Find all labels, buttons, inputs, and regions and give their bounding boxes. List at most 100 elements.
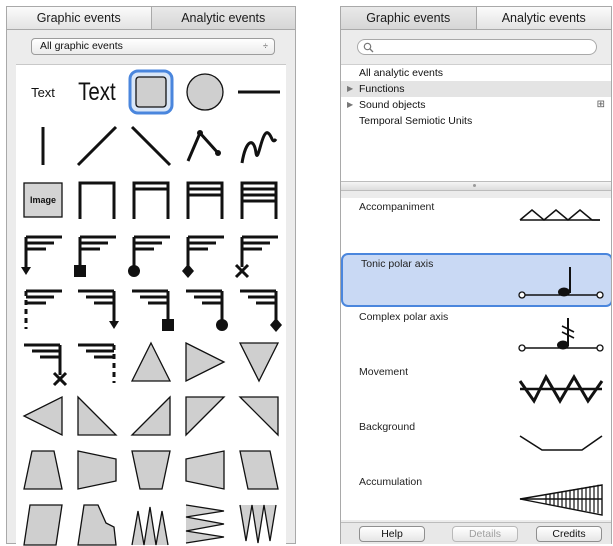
flag-square-tool[interactable]: [70, 227, 124, 281]
analytic-event-item[interactable]: Tonic polar axis: [341, 253, 611, 307]
bracket-2-tool[interactable]: [124, 173, 178, 227]
tab-graphic-events[interactable]: Graphic events: [7, 7, 151, 29]
tab-graphic-events[interactable]: Graphic events: [341, 7, 476, 29]
zigzag-up-tool[interactable]: [124, 497, 178, 546]
circle-tool[interactable]: [178, 65, 232, 119]
triangle-up-tool[interactable]: [124, 335, 178, 389]
credits-button[interactable]: Credits: [536, 526, 602, 542]
trapezoid-left-tool-icon: [185, 450, 225, 490]
zigzag-right-tool[interactable]: [178, 497, 232, 546]
rev-flag-square-tool-icon: [132, 289, 174, 331]
rev-dashed-flag-tool[interactable]: [70, 335, 124, 389]
diagonal-down-line-tool-icon: [130, 125, 172, 167]
rev-flag-circle-tool[interactable]: [178, 281, 232, 335]
dashed-flag-tool[interactable]: [16, 281, 70, 335]
event-filter-select[interactable]: All graphic events ÷: [31, 38, 275, 55]
right-triangle-br-tool[interactable]: [70, 389, 124, 443]
analytic-event-item[interactable]: Complex polar axis: [341, 308, 611, 362]
search-input[interactable]: [357, 39, 597, 55]
rev-flag-cross-tool[interactable]: [16, 335, 70, 389]
freehand-curve-tool[interactable]: [232, 119, 286, 173]
horizontal-line-tool[interactable]: [232, 65, 286, 119]
analytic-event-label: Tonic polar axis: [361, 258, 434, 270]
tonic-symbol-icon: [518, 267, 604, 299]
right-triangle-tl-tool[interactable]: [178, 389, 232, 443]
triangle-down-tool-icon: [238, 342, 280, 383]
tree-item-label: Functions: [359, 83, 405, 95]
flag-cross-tool-icon: [234, 235, 278, 279]
freehand-curve-tool-icon: [240, 131, 278, 164]
rev-dashed-flag-tool-icon: [78, 343, 116, 383]
analytic-event-label: Accumulation: [359, 476, 423, 488]
diagonal-down-line-tool[interactable]: [124, 119, 178, 173]
vertical-line-tool[interactable]: [16, 119, 70, 173]
right-triangle-tr-tool[interactable]: [232, 389, 286, 443]
analytic-event-item[interactable]: Accumulation: [341, 473, 611, 520]
flag-circle-tool-icon: [128, 235, 170, 277]
rev-flag-square-tool[interactable]: [124, 281, 178, 335]
text-large-tool[interactable]: Text: [70, 65, 124, 119]
diagonal-up-line-tool[interactable]: [70, 119, 124, 173]
image-tool-label: Image: [29, 195, 56, 205]
analytic-event-label: Complex polar axis: [359, 311, 449, 323]
tree-item[interactable]: ▶ Sound objects ⊞: [341, 97, 611, 113]
help-button[interactable]: Help: [359, 526, 425, 542]
analytic-event-item[interactable]: Movement: [341, 363, 611, 417]
rev-flag-arrow-tool[interactable]: [70, 281, 124, 335]
flag-arrow-tool-icon: [21, 235, 62, 275]
tree-item[interactable]: All analytic events: [341, 65, 611, 81]
right-triangle-br-tool-icon: [77, 395, 118, 436]
trapezoid-skew-tool[interactable]: [232, 443, 286, 497]
tree-item[interactable]: ▶ Functions: [341, 81, 611, 97]
right-triangle-bl-tool-icon: [130, 395, 171, 436]
split-view-divider[interactable]: [341, 181, 611, 191]
zigzag-right-tool-icon: [185, 504, 225, 544]
bracket-3-tool[interactable]: [178, 173, 232, 227]
disclosure-triangle-icon[interactable]: ▶: [347, 81, 353, 97]
trapezoid-left-tool[interactable]: [178, 443, 232, 497]
bracket-3-tool-icon: [186, 181, 224, 219]
text-small-tool[interactable]: Text: [16, 65, 70, 119]
trapezoid-up-tool[interactable]: [16, 443, 70, 497]
analytic-event-item[interactable]: Accompaniment: [341, 198, 611, 252]
tab-analytic-events[interactable]: Analytic events: [150, 7, 295, 29]
rev-flag-diamond-tool[interactable]: [232, 281, 286, 335]
image-tool[interactable]: Image: [16, 173, 70, 227]
polyline-tool[interactable]: [178, 119, 232, 173]
bracket-1-tool[interactable]: [70, 173, 124, 227]
triangle-left-tool[interactable]: [16, 389, 70, 443]
parallelogram-tool[interactable]: [16, 497, 70, 546]
triangle-right-tool[interactable]: [178, 335, 232, 389]
tree-item[interactable]: Temporal Semiotic Units: [341, 113, 611, 129]
trapezoid-down-tool-icon: [131, 450, 171, 490]
trapezoid-up-tool-icon: [23, 450, 63, 490]
bracket-2-tool-icon: [132, 181, 170, 219]
complex-symbol-icon: [518, 318, 604, 352]
right-triangle-bl-tool[interactable]: [124, 389, 178, 443]
notched-shape-tool[interactable]: [70, 497, 124, 546]
zigzag-down-tool[interactable]: [232, 497, 286, 546]
rounded-rect-tool[interactable]: [124, 65, 178, 119]
rev-flag-cross-tool-icon: [24, 343, 68, 387]
button-bar: Help Details Credits: [341, 522, 611, 544]
tree-item-label: Sound objects: [359, 99, 426, 111]
polyline-tool-icon: [186, 130, 221, 162]
flag-circle-tool[interactable]: [124, 227, 178, 281]
grid-view-icon[interactable]: ⊞: [597, 97, 605, 113]
triangle-down-tool[interactable]: [232, 335, 286, 389]
zigzag-up-tool-icon: [131, 506, 169, 546]
left-tab-bar: Graphic events Analytic events: [7, 7, 295, 30]
tab-analytic-events[interactable]: Analytic events: [475, 7, 611, 29]
flag-diamond-tool[interactable]: [178, 227, 232, 281]
analytic-event-item[interactable]: Background: [341, 418, 611, 472]
trapezoid-right-tool[interactable]: [70, 443, 124, 497]
flag-cross-tool[interactable]: [232, 227, 286, 281]
rev-flag-circle-tool-icon: [186, 289, 228, 331]
bracket-4-tool[interactable]: [232, 173, 286, 227]
details-button[interactable]: Details: [452, 526, 518, 542]
search-icon: [363, 42, 374, 53]
flag-arrow-tool[interactable]: [16, 227, 70, 281]
trapezoid-down-tool[interactable]: [124, 443, 178, 497]
bracket-1-tool-icon: [78, 181, 116, 219]
disclosure-triangle-icon[interactable]: ▶: [347, 97, 353, 113]
